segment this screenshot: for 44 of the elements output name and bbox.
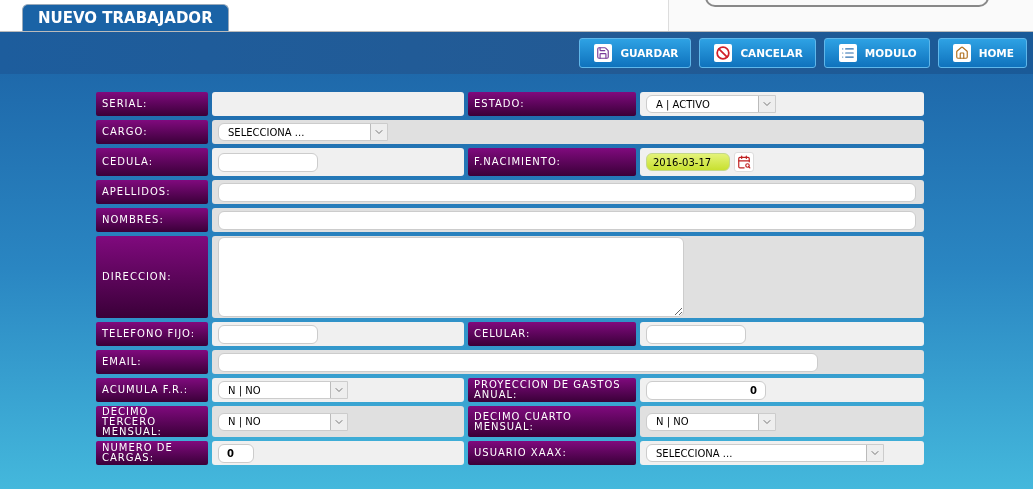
field-label: DECIMO TERCERO MENSUAL:	[96, 406, 208, 437]
field-label: NUMERO DE CARGAS:	[96, 441, 208, 465]
field-label: NOMBRES:	[96, 208, 208, 232]
field-label: EMAIL:	[96, 350, 208, 374]
input-field[interactable]	[218, 152, 318, 172]
toolbar-button[interactable]: MODULO	[823, 38, 930, 68]
field-label: CELULAR:	[468, 322, 636, 346]
field-label: ACUMULA F.R.:	[96, 378, 208, 402]
input-field[interactable]	[218, 352, 818, 372]
select-field[interactable]: SELECCIONA ...	[218, 123, 388, 141]
select-field[interactable]: N | NO	[646, 412, 776, 431]
field-label: APELLIDOS:	[96, 180, 208, 204]
calendar-icon	[737, 155, 751, 169]
select-field[interactable]: SELECCIONA ...	[646, 444, 884, 462]
select-field[interactable]: N | NO	[218, 412, 348, 431]
field-label: DECIMO CUARTO MENSUAL:	[468, 406, 636, 437]
field-label: CEDULA:	[96, 148, 208, 176]
page-tab[interactable]: NUEVO TRABAJADOR	[22, 4, 229, 31]
field-label: CARGO:	[96, 120, 208, 144]
select-field[interactable]: N | NO	[218, 381, 348, 399]
input-field[interactable]: 0	[646, 380, 766, 400]
field-label: DIRECCION:	[96, 236, 208, 318]
module-icon	[838, 44, 857, 62]
home-icon	[952, 44, 971, 62]
cancel-icon	[714, 44, 733, 62]
field-label: ESTADO:	[468, 92, 636, 116]
field-label: F.NACIMIENTO:	[468, 148, 636, 176]
input-field[interactable]	[218, 210, 916, 230]
input-field[interactable]	[646, 324, 746, 344]
input-field[interactable]: 0	[218, 443, 254, 463]
save-icon	[594, 44, 613, 62]
date-field[interactable]: 2016-03-17	[646, 153, 730, 171]
toolbar-button[interactable]: GUARDAR	[579, 38, 692, 68]
toolbar-button[interactable]: CANCELAR	[699, 38, 816, 68]
address-textarea[interactable]	[218, 237, 684, 317]
select-field[interactable]: A | ACTIVO	[646, 95, 776, 113]
input-field[interactable]	[218, 182, 916, 202]
toolbar-button[interactable]: HOME	[937, 38, 1027, 68]
field-label: TELEFONO FIJO:	[96, 322, 208, 346]
field-label: USUARIO XAAX:	[468, 441, 636, 465]
field-label: PROYECCION DE GASTOS ANUAL:	[468, 378, 636, 402]
input-field[interactable]	[218, 324, 318, 344]
field-label: SERIAL:	[96, 92, 208, 116]
calendar-button[interactable]	[734, 152, 754, 172]
